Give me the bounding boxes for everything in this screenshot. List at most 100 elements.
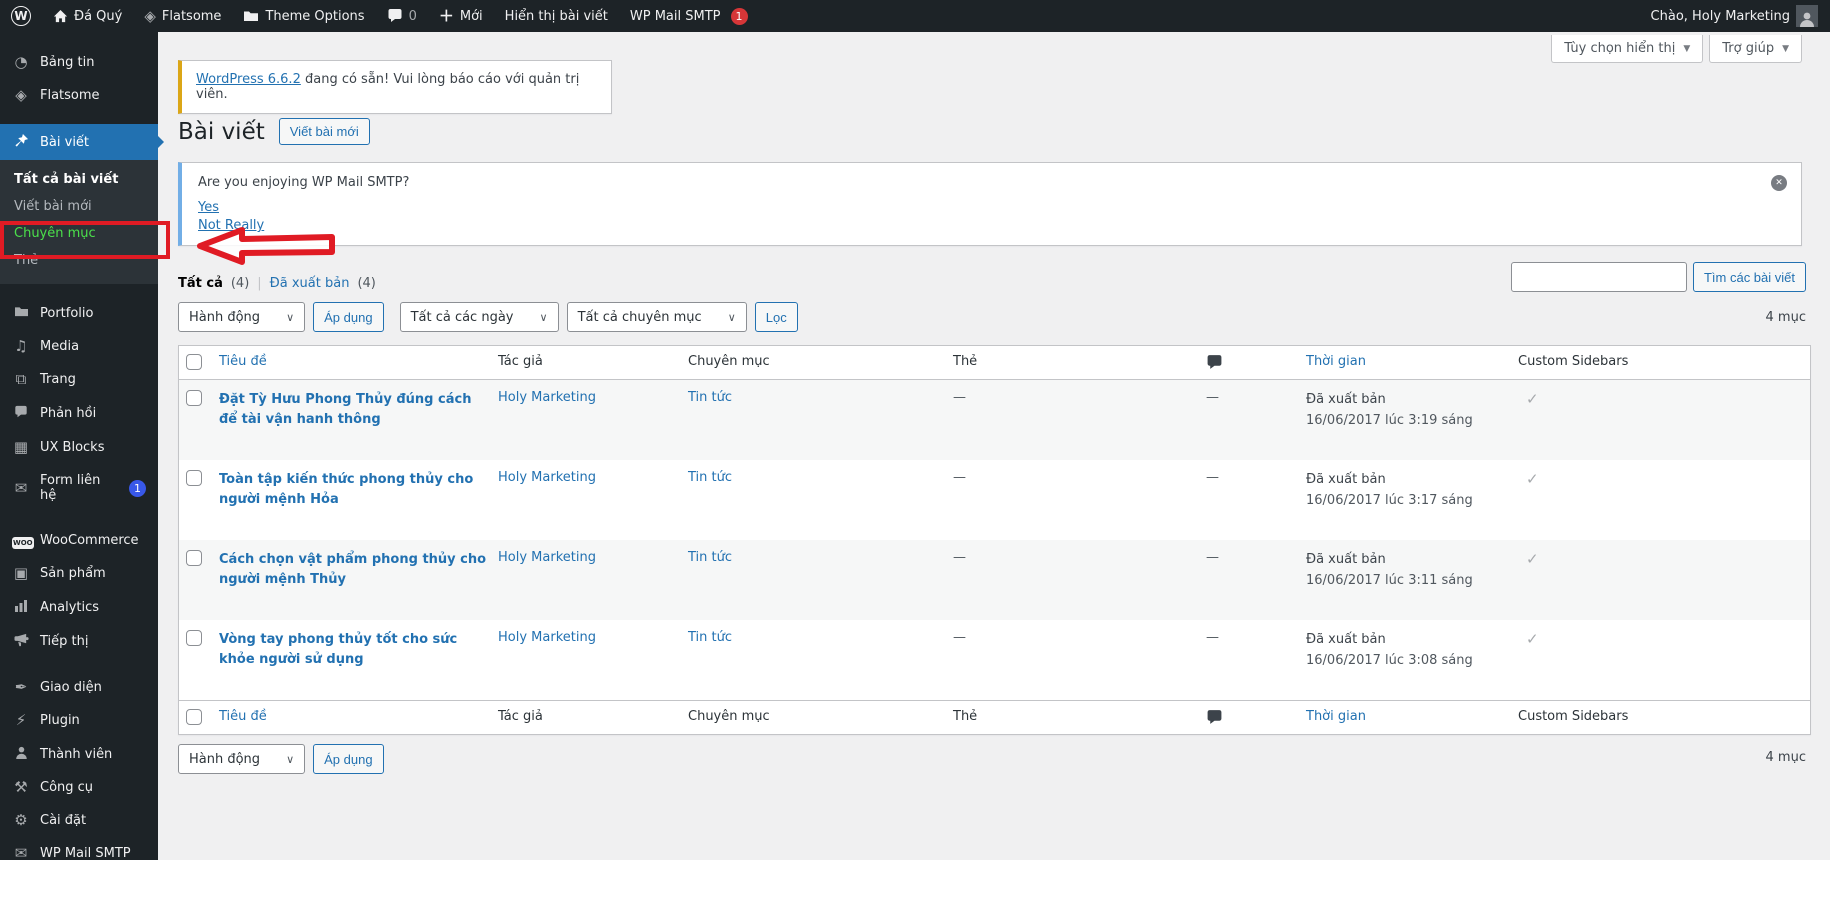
- sidebar-item-portfolio[interactable]: Portfolio: [0, 296, 158, 330]
- wordpress-update-link[interactable]: WordPress 6.6.2: [196, 72, 301, 87]
- post-title-link[interactable]: Đặt Tỳ Hưu Phong Thủy đúng cách để tài v…: [219, 390, 488, 429]
- filter-all-link[interactable]: Tất cả: [178, 276, 223, 291]
- custom-sidebar-check-icon: ✓: [1526, 390, 1539, 408]
- sidebar-item-dashboard[interactable]: ◔ Bảng tin: [0, 46, 158, 79]
- sidebar-item-woocommerce[interactable]: WOO WooCommerce: [0, 524, 158, 557]
- sidebar-item-tools[interactable]: ⚒ Công cụ: [0, 771, 158, 804]
- post-title-link[interactable]: Vòng tay phong thủy tốt cho sức khỏe ngư…: [219, 630, 488, 669]
- wp-mail-smtp-menu[interactable]: WP Mail SMTP 1: [619, 0, 759, 32]
- bulk-action-value: Hành động: [189, 309, 261, 325]
- row-checkbox[interactable]: [186, 470, 202, 486]
- tags-value: —: [953, 390, 966, 405]
- sidebar-item-label: Plugin: [40, 713, 80, 728]
- survey-no-link[interactable]: Not Really: [198, 218, 264, 233]
- chevron-down-icon: ▼: [1683, 43, 1691, 54]
- sidebar-item-contact-form[interactable]: ✉ Form liên hệ 1: [0, 464, 158, 512]
- survey-yes-link[interactable]: Yes: [198, 200, 219, 215]
- theme-options-menu[interactable]: Theme Options: [232, 0, 375, 32]
- view-posts-menu[interactable]: Hiển thị bài viết: [494, 0, 619, 32]
- column-title[interactable]: Tiêu đề: [219, 709, 267, 724]
- category-link[interactable]: Tin tức: [688, 470, 732, 485]
- row-checkbox[interactable]: [186, 390, 202, 406]
- products-icon: ▣: [13, 564, 29, 582]
- date-filter-select[interactable]: Tất cả các ngày ∨: [399, 302, 559, 332]
- wp-logo-menu[interactable]: W: [0, 0, 42, 32]
- flatsome-icon: ◈: [144, 6, 156, 25]
- category-link[interactable]: Tin tức: [688, 390, 732, 405]
- row-checkbox[interactable]: [186, 630, 202, 646]
- help-button[interactable]: Trợ giúp ▼: [1709, 35, 1802, 63]
- media-icon: ♫: [14, 337, 28, 355]
- custom-sidebar-check-icon: ✓: [1526, 630, 1539, 648]
- new-content-menu[interactable]: ＋ Mới: [428, 0, 494, 32]
- plus-icon: ＋: [438, 6, 454, 25]
- apply-button[interactable]: Áp dụng: [313, 302, 384, 332]
- row-checkbox[interactable]: [186, 550, 202, 566]
- dashboard-icon: ◔: [14, 53, 28, 71]
- sidebar-item-flatsome[interactable]: ◈ Flatsome: [0, 79, 158, 112]
- dismiss-icon[interactable]: ✕: [1771, 175, 1787, 191]
- posts-submenu: Tất cả bài viết Viết bài mới Chuyên mục …: [0, 160, 158, 284]
- column-date[interactable]: Thời gian: [1306, 354, 1366, 369]
- posts-icon: [12, 133, 30, 151]
- flatsome-menu[interactable]: ◈ Flatsome: [133, 0, 232, 32]
- filter-button[interactable]: Lọc: [754, 302, 798, 332]
- author-link[interactable]: Holy Marketing: [498, 550, 596, 565]
- column-date[interactable]: Thời gian: [1306, 709, 1366, 724]
- filter-published-link[interactable]: Đã xuất bản: [270, 276, 350, 291]
- comments-menu[interactable]: 0: [376, 0, 428, 32]
- sidebar-item-products[interactable]: ▣ Sản phẩm: [0, 557, 158, 590]
- sidebar-item-label: Bài viết: [40, 134, 90, 150]
- column-title[interactable]: Tiêu đề: [219, 354, 267, 369]
- sidebar-item-analytics[interactable]: Analytics: [0, 590, 158, 624]
- sidebar-item-ux-blocks[interactable]: ▦ UX Blocks: [0, 431, 158, 464]
- update-notice: WordPress 6.6.2 đang có sẵn! Vui lòng bá…: [178, 60, 612, 114]
- sidebar-item-wp-mail-smtp[interactable]: ✉ WP Mail SMTP: [0, 837, 158, 870]
- select-all-checkbox[interactable]: [186, 709, 202, 725]
- sidebar-item-plugins[interactable]: ⚡ Plugin: [0, 704, 158, 737]
- site-menu[interactable]: Đá Quý: [42, 0, 133, 32]
- analytics-icon: [12, 599, 30, 615]
- table-footer-row: Tiêu đề Tác giả Chuyên mục Thẻ Thời gian…: [179, 700, 1810, 734]
- screen-options-button[interactable]: Tùy chọn hiển thị ▼: [1551, 35, 1704, 63]
- comments-value: —: [1206, 390, 1219, 405]
- column-custom-sidebars: Custom Sidebars: [1518, 709, 1629, 724]
- sidebar-item-settings[interactable]: ⚙ Cài đặt: [0, 804, 158, 837]
- category-link[interactable]: Tin tức: [688, 630, 732, 645]
- post-title-link[interactable]: Cách chọn vật phẩm phong thủy cho người …: [219, 550, 488, 589]
- sidebar-item-label: Bảng tin: [40, 55, 95, 70]
- sidebar-item-media[interactable]: ♫ Media: [0, 330, 158, 363]
- add-new-post-button[interactable]: Viết bài mới: [278, 118, 370, 145]
- submenu-tags[interactable]: Thẻ: [0, 247, 158, 274]
- table-row: Toàn tập kiến thức phong thủy cho người …: [179, 460, 1810, 540]
- users-icon: [12, 746, 30, 762]
- search-posts-button[interactable]: Tìm các bài viết: [1692, 262, 1806, 292]
- apply-button[interactable]: Áp dụng: [313, 744, 384, 774]
- sidebar-item-posts[interactable]: Bài viết: [0, 124, 164, 160]
- author-link[interactable]: Holy Marketing: [498, 470, 596, 485]
- bulk-action-select[interactable]: Hành động ∨: [178, 302, 306, 332]
- sidebar-item-comments[interactable]: Phản hồi: [0, 396, 158, 431]
- sidebar-item-label: UX Blocks: [40, 440, 105, 455]
- submenu-all-posts[interactable]: Tất cả bài viết: [0, 166, 158, 193]
- sidebar-item-appearance[interactable]: ✒ Giao diện: [0, 671, 158, 704]
- sidebar-item-label: WP Mail SMTP: [40, 846, 131, 861]
- sidebar-item-label: Cài đặt: [40, 813, 87, 828]
- my-account-menu[interactable]: Chào, Holy Marketing: [1640, 0, 1818, 32]
- category-link[interactable]: Tin tức: [688, 550, 732, 565]
- sidebar-item-marketing[interactable]: Tiếp thị: [0, 624, 158, 659]
- post-date: 16/06/2017 lúc 3:08 sáng: [1306, 652, 1473, 668]
- author-link[interactable]: Holy Marketing: [498, 390, 596, 405]
- author-link[interactable]: Holy Marketing: [498, 630, 596, 645]
- column-comments-icon: [1206, 346, 1306, 379]
- select-all-checkbox[interactable]: [186, 354, 202, 370]
- submenu-add-new[interactable]: Viết bài mới: [0, 193, 158, 220]
- submenu-categories[interactable]: Chuyên mục: [0, 220, 158, 247]
- category-filter-select[interactable]: Tất cả chuyên mục ∨: [566, 302, 747, 332]
- sidebar-item-pages[interactable]: ⧉ Trang: [0, 363, 158, 396]
- sidebar-item-users[interactable]: Thành viên: [0, 737, 158, 771]
- search-input[interactable]: [1510, 262, 1687, 292]
- bulk-action-select[interactable]: Hành động ∨: [178, 744, 306, 774]
- pages-icon: ⧉: [15, 370, 27, 388]
- post-title-link[interactable]: Toàn tập kiến thức phong thủy cho người …: [219, 470, 488, 509]
